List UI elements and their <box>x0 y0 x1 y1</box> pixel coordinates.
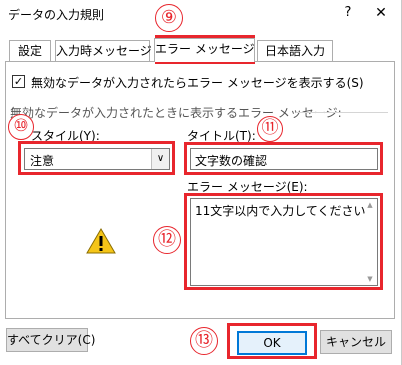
warning-triangle-icon <box>86 228 116 254</box>
message-label: エラー メッセージ(E): <box>187 180 308 194</box>
tab-japanese-input[interactable]: 日本語入力 <box>257 40 333 61</box>
tab-input-message[interactable]: 入力時メッセージ <box>55 40 152 61</box>
annotation-number-12: ⑫ <box>153 226 181 254</box>
close-button[interactable]: ✕ <box>372 4 390 22</box>
clear-all-button[interactable]: すべてクリア(C) <box>6 328 95 352</box>
window-title: データの入力規則 <box>8 8 105 22</box>
error-group-label: 無効なデータが入力されたときに表示するエラー メッセージ: <box>10 106 342 120</box>
tab-strip: 設定 入力時メッセージ エラー メッセージ 日本語入力 <box>0 38 401 62</box>
title-input[interactable]: 文字数の確認 <box>190 148 378 170</box>
style-dropdown[interactable]: 注意 ∨ <box>24 148 170 170</box>
scroll-down-icon[interactable]: ▼ <box>364 274 376 284</box>
ok-button[interactable]: OK <box>237 331 307 355</box>
style-label: スタイル(Y): <box>31 129 100 143</box>
show-alert-label[interactable]: 無効なデータが入力されたらエラー メッセージを表示する(S) <box>31 74 364 91</box>
help-button[interactable]: ? <box>340 4 356 22</box>
error-message-textarea[interactable]: 11文字以内で入力してください ▲ ▼ <box>190 198 378 286</box>
scroll-up-icon[interactable]: ▲ <box>364 200 376 210</box>
title-bar: データの入力規則 ? ✕ <box>0 0 401 28</box>
data-validation-dialog: データの入力規則 ? ✕ 設定 入力時メッセージ エラー メッセージ 日本語入力… <box>0 0 402 365</box>
title-label: タイトル(T): <box>187 129 256 143</box>
annotation-number-9: ⑨ <box>155 4 183 32</box>
cancel-button[interactable]: キャンセル <box>320 330 392 354</box>
group-divider <box>296 112 388 113</box>
error-message-text: 11文字以内で入力してください <box>195 204 366 218</box>
tab-settings[interactable]: 設定 <box>9 40 51 61</box>
annotation-number-13: ⑬ <box>190 327 218 355</box>
tab-error-message[interactable]: エラー メッセージ <box>154 38 255 62</box>
annotation-number-11: ⑪ <box>257 116 283 142</box>
chevron-down-icon[interactable]: ∨ <box>151 149 169 169</box>
show-alert-checkbox[interactable]: ✓ <box>12 75 25 88</box>
annotation-number-10: ⑩ <box>8 114 34 140</box>
textarea-scrollbar[interactable]: ▲ ▼ <box>364 200 376 284</box>
style-dropdown-value: 注意 <box>30 154 55 168</box>
